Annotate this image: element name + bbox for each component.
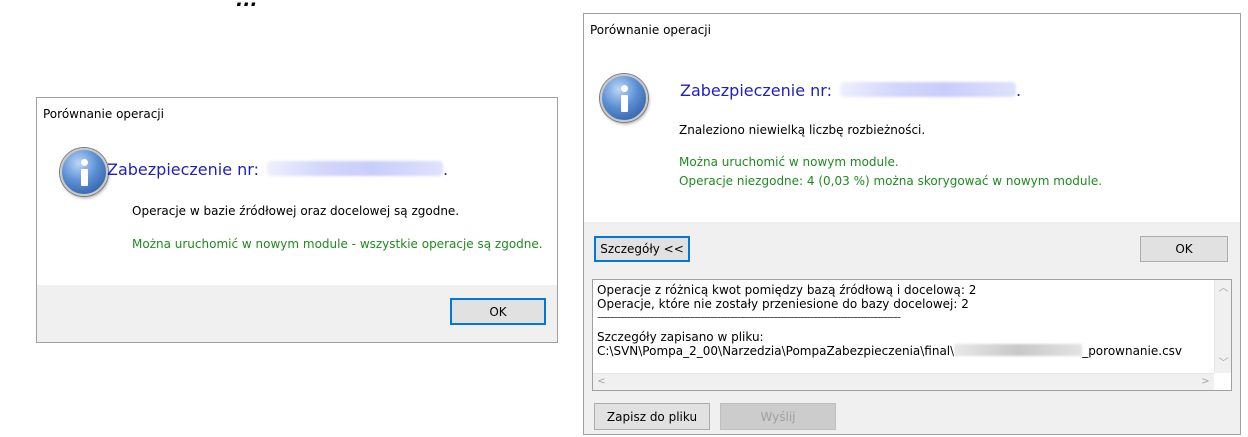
- vertical-scrollbar[interactable]: ︿ ﹀: [1214, 280, 1231, 373]
- security-number-heading: Zabezpieczenie nr:.: [107, 160, 449, 179]
- cropped-caption: ...: [0, 0, 1248, 9]
- info-icon: [600, 74, 648, 122]
- status-message-1: Można uruchomić w nowym module.: [679, 155, 899, 169]
- security-number-heading: Zabezpieczenie nr:.: [680, 81, 1022, 100]
- dialog-title: Porównanie operacji: [590, 23, 711, 37]
- ok-button[interactable]: OK: [450, 298, 546, 325]
- save-to-file-button[interactable]: Zapisz do pliku: [594, 403, 710, 430]
- details-line: Szczegóły zapisano w pliku:: [597, 330, 764, 344]
- dialog-title: Porównanie operacji: [43, 107, 164, 121]
- info-icon: [60, 148, 108, 196]
- scroll-left-icon[interactable]: <: [593, 377, 610, 387]
- redacted-filename: [954, 344, 1083, 356]
- caption-text: ...: [236, 0, 258, 9]
- details-textbox[interactable]: Operacje z różnicą kwot pomiędzy bazą źr…: [592, 279, 1232, 391]
- details-toggle-button[interactable]: Szczegóły <<: [594, 236, 690, 262]
- redacted-number: [267, 161, 443, 176]
- redacted-number: [840, 82, 1016, 97]
- dialog-footer: Szczegóły << OK Operacje z różnicą kwot …: [584, 222, 1240, 434]
- details-line: Operacje z różnicą kwot pomiędzy bazą źr…: [597, 283, 977, 297]
- result-message: Operacje w bazie źródłowej oraz docelowe…: [132, 204, 460, 218]
- horizontal-scrollbar[interactable]: < >: [593, 373, 1214, 390]
- status-message-2: Operacje niezgodne: 4 (0,03 %) można sko…: [679, 174, 1103, 188]
- scroll-up-icon[interactable]: ︿: [1215, 284, 1231, 294]
- details-line: Operacje, które nie zostały przeniesione…: [597, 297, 969, 311]
- dialog-footer: OK: [37, 285, 557, 342]
- dialog-compare-ok: Porównanie operacji Zabezpieczenie nr:. …: [36, 97, 558, 343]
- dialog-compare-details: Porównanie operacji Zabezpieczenie nr:. …: [583, 13, 1241, 435]
- details-path: C:\SVN\Pompa_2_00\Narzedzia\PompaZabezpi…: [597, 344, 1183, 358]
- ok-button[interactable]: OK: [1140, 236, 1228, 262]
- details-separator: ----------------------------------------…: [597, 310, 901, 324]
- scroll-down-icon[interactable]: ﹀: [1215, 359, 1231, 369]
- status-message: Można uruchomić w nowym module - wszystk…: [132, 237, 543, 251]
- result-message: Znaleziono niewielką liczbę rozbieżności…: [679, 123, 926, 137]
- send-button[interactable]: Wyślij: [720, 403, 836, 430]
- scroll-right-icon[interactable]: >: [1197, 377, 1214, 387]
